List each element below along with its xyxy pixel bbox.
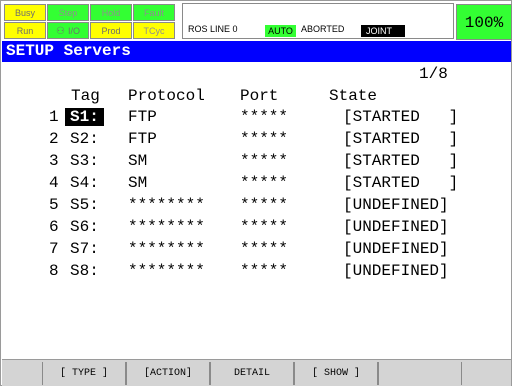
row-tag[interactable]: S5: xyxy=(70,196,99,214)
table-row[interactable]: 3 S3: SM ***** [STARTED ] xyxy=(1,152,511,174)
table-row[interactable]: 8 S8: ******** ***** [UNDEFINED] xyxy=(1,262,511,284)
coord-system-badge: JOINT xyxy=(361,25,405,37)
row-tag[interactable]: S6: xyxy=(70,218,99,236)
prod-indicator: Prod xyxy=(90,22,132,39)
row-state[interactable]: [STARTED ] xyxy=(343,174,458,192)
row-state[interactable]: [UNDEFINED] xyxy=(343,262,449,280)
row-protocol[interactable]: ******** xyxy=(128,262,205,280)
row-number: 3 xyxy=(49,152,59,170)
status-strip: Busy Step Hold Fault Run ⚇ I/O Prod TCyc … xyxy=(2,2,512,40)
row-tag[interactable]: S8: xyxy=(70,262,99,280)
io-enable-icon: ⚇ xyxy=(56,26,65,37)
row-number: 1 xyxy=(49,108,59,126)
row-number: 4 xyxy=(49,174,59,192)
row-protocol[interactable]: FTP xyxy=(128,108,157,126)
row-port[interactable]: ***** xyxy=(240,262,288,280)
step-indicator: Step xyxy=(47,4,89,21)
row-tag-cursor[interactable]: S1: xyxy=(65,108,104,126)
row-protocol[interactable]: ******** xyxy=(128,196,205,214)
row-protocol[interactable]: ******** xyxy=(128,240,205,258)
row-state[interactable]: [STARTED ] xyxy=(343,108,458,126)
fault-indicator: Fault xyxy=(133,4,175,21)
row-port[interactable]: ***** xyxy=(240,174,288,192)
f5-button[interactable] xyxy=(378,362,462,385)
program-state: ABORTED xyxy=(301,24,345,34)
teach-pendant-screen: Busy Step Hold Fault Run ⚇ I/O Prod TCyc … xyxy=(0,0,512,386)
screen-title: SETUP Servers xyxy=(2,41,511,62)
hold-indicator: Hold xyxy=(90,4,132,21)
f4-show-button[interactable]: [ SHOW ] xyxy=(294,362,378,385)
row-port[interactable]: ***** xyxy=(240,218,288,236)
row-protocol[interactable]: SM xyxy=(128,152,147,170)
message-box: ROS LINE 0 AUTO ABORTED JOINT xyxy=(182,3,454,39)
row-state[interactable]: [UNDEFINED] xyxy=(343,196,449,214)
f1-type-button[interactable]: [ TYPE ] xyxy=(42,362,126,385)
row-state[interactable]: [UNDEFINED] xyxy=(343,218,449,236)
row-tag[interactable]: S4: xyxy=(70,174,99,192)
io-indicator: ⚇ I/O xyxy=(47,22,89,39)
row-state[interactable]: [STARTED ] xyxy=(343,130,458,148)
row-protocol[interactable]: ******** xyxy=(128,218,205,236)
tcyc-indicator: TCyc xyxy=(133,22,175,39)
header-state: State xyxy=(329,87,378,105)
f2-action-button[interactable]: [ACTION] xyxy=(126,362,210,385)
speed-override: 100% xyxy=(456,4,512,40)
row-number: 5 xyxy=(49,196,59,214)
row-number: 6 xyxy=(49,218,59,236)
f3-detail-button[interactable]: DETAIL xyxy=(210,362,294,385)
busy-indicator: Busy xyxy=(4,4,46,21)
table-row[interactable]: 7 S7: ******** ***** [UNDEFINED] xyxy=(1,240,511,262)
page-indicator: 1/8 xyxy=(419,65,448,83)
row-port[interactable]: ***** xyxy=(240,196,288,214)
io-label: I/O xyxy=(67,26,80,36)
run-indicator: Run xyxy=(4,22,46,39)
row-number: 7 xyxy=(49,240,59,258)
row-tag[interactable]: S7: xyxy=(70,240,99,258)
header-protocol: Protocol xyxy=(128,87,205,105)
row-protocol[interactable]: SM xyxy=(128,174,147,192)
row-state[interactable]: [UNDEFINED] xyxy=(343,240,449,258)
row-port[interactable]: ***** xyxy=(240,108,288,126)
row-tag[interactable]: S3: xyxy=(70,152,99,170)
row-port[interactable]: ***** xyxy=(240,130,288,148)
row-number: 2 xyxy=(49,130,59,148)
row-tag[interactable]: S2: xyxy=(70,130,99,148)
header-port: Port xyxy=(240,87,279,105)
header-tag: Tag xyxy=(71,87,100,105)
row-port[interactable]: ***** xyxy=(240,152,288,170)
row-number: 8 xyxy=(49,262,59,280)
row-port[interactable]: ***** xyxy=(240,240,288,258)
table-row[interactable]: 5 S5: ******** ***** [UNDEFINED] xyxy=(1,196,511,218)
mode-badge: AUTO xyxy=(265,25,296,37)
table-row[interactable]: 6 S6: ******** ***** [UNDEFINED] xyxy=(1,218,511,240)
function-key-bar: [ TYPE ] [ACTION] DETAIL [ SHOW ] xyxy=(2,359,511,386)
table-row[interactable]: 2 S2: FTP ***** [STARTED ] xyxy=(1,130,511,152)
row-protocol[interactable]: FTP xyxy=(128,130,157,148)
table-row[interactable]: 4 S4: SM ***** [STARTED ] xyxy=(1,174,511,196)
row-state[interactable]: [STARTED ] xyxy=(343,152,458,170)
table-row[interactable]: 1 S1: FTP ***** [STARTED ] xyxy=(1,108,511,130)
message-line: ROS LINE 0 xyxy=(188,24,238,34)
